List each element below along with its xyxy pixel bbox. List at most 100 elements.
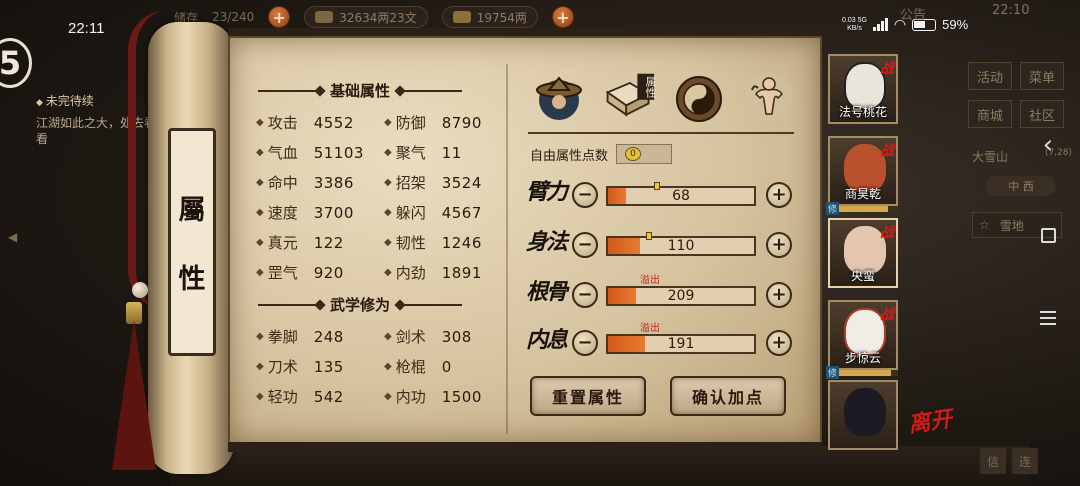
stat-label: 韧性	[395, 234, 426, 252]
stat-value: 248	[313, 327, 344, 346]
connect-chip[interactable]: 连	[1012, 448, 1038, 474]
scroll-title-label: 屬 性	[168, 128, 216, 356]
attr-name: 臂力	[526, 179, 568, 205]
nav-menu-icon[interactable]	[1040, 311, 1056, 325]
leave-button[interactable]: 离开	[906, 401, 954, 439]
reset-attributes-button[interactable]: 重置属性	[530, 376, 646, 416]
breath-overflow-tag: 溢出	[640, 323, 660, 334]
stat-value: 3700	[313, 203, 354, 222]
character-card-selected[interactable]: 战 央蛮	[828, 218, 898, 288]
nav-back-icon[interactable]: ‹	[1043, 130, 1053, 160]
diamond-icon: ◆	[384, 117, 392, 128]
stat-label: 罡气	[267, 264, 298, 282]
character-name: 法号桃花	[838, 105, 887, 119]
stat-label: 速度	[267, 204, 298, 222]
star-icon: ☆	[979, 218, 990, 232]
mail-chip[interactable]: 信	[980, 448, 1006, 474]
stat-label: 拳脚	[267, 328, 298, 346]
tab-attributes-label: 属性	[644, 76, 657, 98]
character-card[interactable]	[828, 380, 898, 450]
diamond-icon: ◆	[384, 207, 392, 218]
character-card[interactable]: 战 商昊乾	[828, 136, 898, 206]
header-ornament-left	[258, 303, 322, 306]
header-ornament-left	[258, 89, 322, 92]
increase-constitution-button[interactable]: +	[766, 282, 792, 308]
stat-value: 308	[441, 327, 472, 346]
tab-attributes[interactable]: 属性	[602, 70, 657, 124]
bagua-icon	[676, 76, 722, 122]
strength-value: 68	[672, 188, 690, 204]
increase-agility-button[interactable]: +	[766, 232, 792, 258]
strength-bar: 68	[606, 182, 756, 206]
diamond-icon: ◆	[384, 391, 392, 402]
stat-defense: ◆ 防御 8790	[384, 112, 482, 133]
tab-meridians[interactable]	[742, 70, 796, 124]
notice-label[interactable]: 公告	[900, 4, 926, 23]
bottom-toolbar	[170, 446, 1030, 486]
gold-plus-button[interactable]: +	[551, 6, 574, 28]
activity-button[interactable]: 活动	[968, 62, 1012, 90]
menu-button[interactable]: 菜单	[1020, 62, 1064, 90]
storage-capacity: 23/240	[212, 10, 255, 24]
signal-icon	[872, 18, 888, 31]
stat-value: 8790	[441, 113, 482, 132]
collapse-left-arrow-icon[interactable]: ◀	[8, 230, 17, 244]
stat-label: 招架	[395, 174, 426, 192]
free-points-label: 自由属性点数	[530, 148, 609, 164]
stat-toughness: ◆ 韧性 1246	[384, 232, 482, 253]
character-card[interactable]: 战 步惊云	[828, 300, 898, 370]
decrease-breath-button[interactable]: −	[572, 330, 598, 356]
stat-hp: ◆ 气血 51103	[256, 142, 364, 163]
stat-attack: ◆ 攻击 4552	[256, 112, 354, 133]
tab-equipment[interactable]	[532, 70, 586, 124]
character-card[interactable]: 战 法号桃花	[828, 54, 898, 124]
region-name: 大雪山	[972, 150, 1009, 164]
stat-value: 3386	[313, 173, 354, 192]
diamond-icon: ◆	[256, 331, 264, 342]
panel-divider	[506, 64, 508, 434]
net-speed-unit: KB/s	[847, 24, 862, 32]
stat-blade: ◆ 刀术 135	[256, 356, 344, 377]
battle-tag: 战	[880, 61, 894, 77]
stat-label: 气血	[267, 144, 298, 162]
battery-percent: 59%	[942, 17, 969, 32]
tab-bagua[interactable]	[672, 72, 726, 126]
diamond-icon: ◆	[256, 361, 264, 372]
stat-true-essence: ◆ 真元 122	[256, 232, 344, 253]
stat-value: 11	[441, 143, 462, 162]
stat-label: 攻击	[267, 114, 298, 132]
stat-gather-qi: ◆ 聚气 11	[384, 142, 462, 163]
stat-label: 躲闪	[395, 204, 426, 222]
confirm-points-button[interactable]: 确认加点	[670, 376, 786, 416]
decrease-agility-button[interactable]: −	[572, 232, 598, 258]
diamond-icon: ◆	[256, 267, 264, 278]
increase-breath-button[interactable]: +	[766, 330, 792, 356]
nav-home-icon[interactable]	[1040, 228, 1056, 243]
shop-button[interactable]: 商城	[968, 100, 1012, 128]
tab-divider	[528, 132, 794, 134]
community-button[interactable]: 社区	[1020, 100, 1064, 128]
attr-row-breath: 内息 − 溢出 191 +	[526, 322, 796, 362]
cultivation-tag: 修	[826, 366, 840, 379]
stat-speed: ◆ 速度 3700	[256, 202, 354, 223]
tassel-bead	[132, 282, 148, 298]
stat-spear: ◆ 枪棍 0	[384, 356, 452, 377]
game-clock: 22:10	[992, 3, 1030, 18]
diamond-icon: ◆	[256, 237, 264, 248]
decrease-constitution-button[interactable]: −	[572, 282, 598, 308]
character-portrait	[844, 388, 886, 436]
net-speed: 0.03 5G KB/s	[842, 17, 867, 33]
stat-dodge: ◆ 躲闪 4567	[384, 202, 482, 223]
stat-label: 防御	[395, 114, 426, 132]
gold-ingot-icon	[452, 11, 471, 23]
battle-tag: 战	[880, 307, 894, 323]
storage-plus-button[interactable]: +	[268, 6, 291, 28]
diamond-icon: ◆	[384, 147, 392, 158]
decrease-strength-button[interactable]: −	[572, 182, 598, 208]
attr-row-agility: 身法 − 110 +	[526, 224, 796, 264]
martial-arts-title: 武学修为	[330, 296, 391, 314]
diamond-icon: ◆	[256, 207, 264, 218]
increase-strength-button[interactable]: +	[766, 182, 792, 208]
stat-value: 1500	[441, 387, 482, 406]
diamond-icon: ◆	[384, 331, 392, 342]
